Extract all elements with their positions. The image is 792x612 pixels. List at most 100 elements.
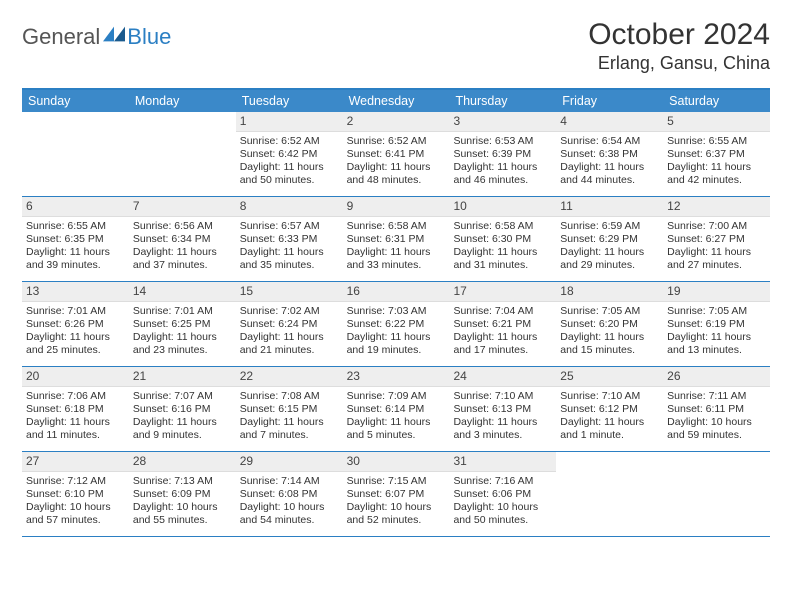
day-number: 27: [22, 452, 129, 472]
sunset-text: Sunset: 6:09 PM: [133, 488, 232, 501]
day-body: Sunrise: 7:16 AMSunset: 6:06 PMDaylight:…: [449, 472, 556, 534]
day-cell: 23Sunrise: 7:09 AMSunset: 6:14 PMDayligh…: [343, 367, 450, 451]
daylight-text: Daylight: 11 hours and 37 minutes.: [133, 246, 232, 272]
day-number: 12: [663, 197, 770, 217]
daylight-text: Daylight: 11 hours and 39 minutes.: [26, 246, 125, 272]
sunset-text: Sunset: 6:33 PM: [240, 233, 339, 246]
sunset-text: Sunset: 6:18 PM: [26, 403, 125, 416]
title-block: October 2024 Erlang, Gansu, China: [588, 18, 770, 74]
day-cell: 11Sunrise: 6:59 AMSunset: 6:29 PMDayligh…: [556, 197, 663, 281]
daylight-text: Daylight: 10 hours and 59 minutes.: [667, 416, 766, 442]
day-body: Sunrise: 7:09 AMSunset: 6:14 PMDaylight:…: [343, 387, 450, 449]
calendar: SundayMondayTuesdayWednesdayThursdayFrid…: [22, 88, 770, 537]
day-number: 4: [556, 112, 663, 132]
daylight-text: Daylight: 11 hours and 5 minutes.: [347, 416, 446, 442]
sunrise-text: Sunrise: 6:59 AM: [560, 220, 659, 233]
sunset-text: Sunset: 6:34 PM: [133, 233, 232, 246]
day-number: 14: [129, 282, 236, 302]
sunrise-text: Sunrise: 7:05 AM: [667, 305, 766, 318]
sunrise-text: Sunrise: 7:03 AM: [347, 305, 446, 318]
day-body: Sunrise: 7:03 AMSunset: 6:22 PMDaylight:…: [343, 302, 450, 364]
sunrise-text: Sunrise: 7:00 AM: [667, 220, 766, 233]
week-row: 27Sunrise: 7:12 AMSunset: 6:10 PMDayligh…: [22, 452, 770, 537]
sunrise-text: Sunrise: 7:05 AM: [560, 305, 659, 318]
week-row: 6Sunrise: 6:55 AMSunset: 6:35 PMDaylight…: [22, 197, 770, 282]
sunset-text: Sunset: 6:39 PM: [453, 148, 552, 161]
sunrise-text: Sunrise: 7:02 AM: [240, 305, 339, 318]
header: General Blue October 2024 Erlang, Gansu,…: [22, 18, 770, 74]
day-number: 19: [663, 282, 770, 302]
day-number: 11: [556, 197, 663, 217]
day-cell: [22, 112, 129, 196]
day-cell: 30Sunrise: 7:15 AMSunset: 6:07 PMDayligh…: [343, 452, 450, 536]
daylight-text: Daylight: 11 hours and 17 minutes.: [453, 331, 552, 357]
week-row: 13Sunrise: 7:01 AMSunset: 6:26 PMDayligh…: [22, 282, 770, 367]
sunrise-text: Sunrise: 6:55 AM: [667, 135, 766, 148]
sunrise-text: Sunrise: 6:58 AM: [453, 220, 552, 233]
day-number: 6: [22, 197, 129, 217]
sunset-text: Sunset: 6:07 PM: [347, 488, 446, 501]
day-cell: 12Sunrise: 7:00 AMSunset: 6:27 PMDayligh…: [663, 197, 770, 281]
daylight-text: Daylight: 11 hours and 46 minutes.: [453, 161, 552, 187]
weekday-header: Friday: [556, 90, 663, 112]
logo-word2: Blue: [127, 24, 171, 50]
day-cell: 8Sunrise: 6:57 AMSunset: 6:33 PMDaylight…: [236, 197, 343, 281]
weekday-header: Sunday: [22, 90, 129, 112]
daylight-text: Daylight: 11 hours and 3 minutes.: [453, 416, 552, 442]
day-cell: 4Sunrise: 6:54 AMSunset: 6:38 PMDaylight…: [556, 112, 663, 196]
day-body: Sunrise: 6:55 AMSunset: 6:37 PMDaylight:…: [663, 132, 770, 194]
sunset-text: Sunset: 6:27 PM: [667, 233, 766, 246]
sunset-text: Sunset: 6:37 PM: [667, 148, 766, 161]
day-cell: [129, 112, 236, 196]
sunset-text: Sunset: 6:42 PM: [240, 148, 339, 161]
daylight-text: Daylight: 11 hours and 44 minutes.: [560, 161, 659, 187]
daylight-text: Daylight: 11 hours and 31 minutes.: [453, 246, 552, 272]
location-text: Erlang, Gansu, China: [588, 53, 770, 74]
day-body: Sunrise: 7:00 AMSunset: 6:27 PMDaylight:…: [663, 217, 770, 279]
sunset-text: Sunset: 6:20 PM: [560, 318, 659, 331]
day-body: Sunrise: 7:08 AMSunset: 6:15 PMDaylight:…: [236, 387, 343, 449]
sunset-text: Sunset: 6:19 PM: [667, 318, 766, 331]
page-title: October 2024: [588, 18, 770, 51]
weekday-header: Saturday: [663, 90, 770, 112]
day-cell: 3Sunrise: 6:53 AMSunset: 6:39 PMDaylight…: [449, 112, 556, 196]
day-number: 20: [22, 367, 129, 387]
day-body: Sunrise: 6:54 AMSunset: 6:38 PMDaylight:…: [556, 132, 663, 194]
day-cell: 28Sunrise: 7:13 AMSunset: 6:09 PMDayligh…: [129, 452, 236, 536]
day-number: 5: [663, 112, 770, 132]
sunset-text: Sunset: 6:31 PM: [347, 233, 446, 246]
day-cell: 29Sunrise: 7:14 AMSunset: 6:08 PMDayligh…: [236, 452, 343, 536]
sunset-text: Sunset: 6:06 PM: [453, 488, 552, 501]
day-cell: 16Sunrise: 7:03 AMSunset: 6:22 PMDayligh…: [343, 282, 450, 366]
day-cell: 2Sunrise: 6:52 AMSunset: 6:41 PMDaylight…: [343, 112, 450, 196]
sunset-text: Sunset: 6:21 PM: [453, 318, 552, 331]
day-cell: 15Sunrise: 7:02 AMSunset: 6:24 PMDayligh…: [236, 282, 343, 366]
logo-word1: General: [22, 24, 100, 50]
sunrise-text: Sunrise: 6:58 AM: [347, 220, 446, 233]
daylight-text: Daylight: 11 hours and 1 minute.: [560, 416, 659, 442]
daylight-text: Daylight: 11 hours and 27 minutes.: [667, 246, 766, 272]
sunset-text: Sunset: 6:25 PM: [133, 318, 232, 331]
sunrise-text: Sunrise: 7:15 AM: [347, 475, 446, 488]
sunset-text: Sunset: 6:29 PM: [560, 233, 659, 246]
day-cell: 26Sunrise: 7:11 AMSunset: 6:11 PMDayligh…: [663, 367, 770, 451]
day-body: Sunrise: 7:13 AMSunset: 6:09 PMDaylight:…: [129, 472, 236, 534]
sunset-text: Sunset: 6:11 PM: [667, 403, 766, 416]
daylight-text: Daylight: 11 hours and 15 minutes.: [560, 331, 659, 357]
day-cell: 5Sunrise: 6:55 AMSunset: 6:37 PMDaylight…: [663, 112, 770, 196]
day-body: Sunrise: 7:01 AMSunset: 6:26 PMDaylight:…: [22, 302, 129, 364]
day-cell: 25Sunrise: 7:10 AMSunset: 6:12 PMDayligh…: [556, 367, 663, 451]
weekday-header: Wednesday: [343, 90, 450, 112]
day-body: Sunrise: 6:58 AMSunset: 6:31 PMDaylight:…: [343, 217, 450, 279]
day-cell: 19Sunrise: 7:05 AMSunset: 6:19 PMDayligh…: [663, 282, 770, 366]
daylight-text: Daylight: 11 hours and 21 minutes.: [240, 331, 339, 357]
sunset-text: Sunset: 6:15 PM: [240, 403, 339, 416]
daylight-text: Daylight: 11 hours and 50 minutes.: [240, 161, 339, 187]
day-cell: 10Sunrise: 6:58 AMSunset: 6:30 PMDayligh…: [449, 197, 556, 281]
day-number: 29: [236, 452, 343, 472]
sunset-text: Sunset: 6:30 PM: [453, 233, 552, 246]
day-body: Sunrise: 7:05 AMSunset: 6:20 PMDaylight:…: [556, 302, 663, 364]
sunrise-text: Sunrise: 7:14 AM: [240, 475, 339, 488]
day-cell: 7Sunrise: 6:56 AMSunset: 6:34 PMDaylight…: [129, 197, 236, 281]
day-cell: 24Sunrise: 7:10 AMSunset: 6:13 PMDayligh…: [449, 367, 556, 451]
